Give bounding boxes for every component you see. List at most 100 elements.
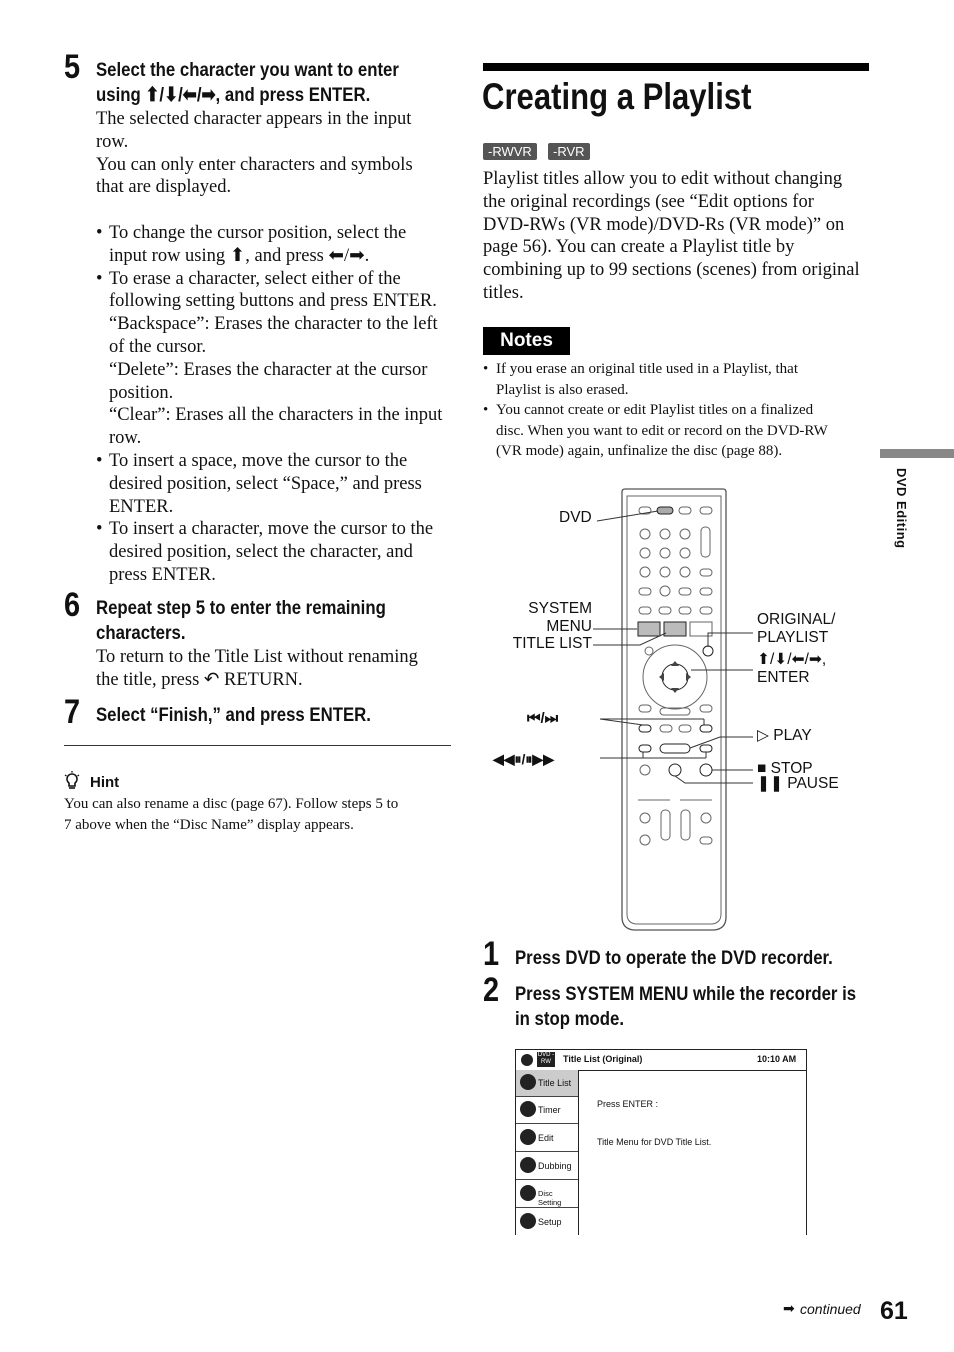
label-dvd: DVD	[559, 509, 592, 526]
bullet-line: “Backspace”: Erases the character to the…	[109, 314, 438, 335]
menu-item-timer[interactable]: Timer	[516, 1097, 578, 1124]
note-line: Playlist is also erased.	[496, 381, 629, 398]
menu-item-label: Timer	[538, 1105, 561, 1115]
intro-line: titles.	[483, 282, 524, 303]
step-6-body: To return to the Title List without rena…	[96, 646, 456, 692]
step-6-text: the title, press ↶ RETURN.	[96, 669, 303, 690]
label-menu: MENU	[546, 618, 592, 635]
label-original: ORIGINAL/	[757, 611, 836, 628]
bullet-line: desired position, select the character, …	[109, 542, 413, 563]
screen-title: Title List (Original)	[563, 1054, 643, 1064]
hint-text: You can also rename a disc (page 67). Fo…	[64, 794, 456, 835]
step-number-2: 2	[483, 971, 500, 1009]
screen-instruction: Press ENTER :	[597, 1099, 659, 1109]
page-number: 61	[880, 1297, 908, 1325]
bullet-line: To insert a character, move the cursor t…	[109, 519, 434, 540]
intro-line: combining up to 99 sections (scenes) fro…	[483, 260, 860, 281]
step-2-heading-line-2: in stop mode.	[515, 1008, 625, 1030]
menu-item-label: Dubbing	[538, 1161, 572, 1171]
notes-list: If you erase an original title used in a…	[483, 359, 873, 462]
bullet-cursor-position: To change the cursor position, select th…	[96, 222, 456, 268]
bullet-line: press ENTER.	[109, 564, 216, 585]
title-rule	[483, 63, 869, 71]
page-title: Creating a Playlist	[482, 76, 752, 117]
menu-item-label: Title List	[538, 1078, 572, 1088]
label-skip: ⏮/⏭	[527, 710, 559, 727]
step-5-body: The selected character appears in the in…	[96, 108, 456, 587]
step-1-heading: Press DVD to operate the DVD recorder.	[515, 947, 833, 969]
label-arrows: ⬆/⬇/⬅/➡,	[757, 651, 827, 668]
dvd-rw-icon: DVD -RW	[537, 1052, 555, 1067]
intro-line: the original recordings (see “Edit optio…	[483, 191, 814, 212]
menu-item-edit[interactable]: Edit	[516, 1125, 578, 1152]
menu-item-title-list[interactable]: Title List	[516, 1070, 578, 1097]
hint-line: 7 above when the “Disc Name” display app…	[64, 816, 354, 833]
screen-header: DVD -RW Title List (Original) 10:10 AM	[516, 1050, 806, 1071]
note-line: You cannot create or edit Playlist title…	[496, 402, 814, 418]
step-6-heading-line-1: Repeat step 5 to enter the remaining	[96, 597, 386, 619]
side-tab-bar	[880, 449, 954, 458]
title-list-icon	[520, 1074, 536, 1090]
label-play: ▷ PLAY	[757, 727, 812, 744]
intro-line: Playlist titles allow you to edit withou…	[483, 169, 843, 189]
label-playlist: PLAYLIST	[757, 629, 829, 646]
bullet-line: row.	[109, 428, 142, 449]
note-line: If you erase an original title used in a…	[496, 361, 799, 377]
bullet-line: desired position, select “Space,” and pr…	[109, 473, 422, 494]
step-6-heading-line-2: characters.	[96, 622, 186, 644]
bullet-line: ENTER.	[109, 496, 174, 517]
bullet-line: position.	[109, 382, 174, 403]
bullet-line: of the cursor.	[109, 336, 207, 357]
menu-item-label: Setup	[538, 1217, 562, 1227]
hint-line: You can also rename a disc (page 67). Fo…	[64, 796, 399, 812]
step-2-heading-line-1: Press SYSTEM MENU while the recorder is	[515, 983, 857, 1005]
edit-icon	[520, 1129, 536, 1145]
label-pause: ❚❚ PAUSE	[757, 775, 839, 792]
screen-menu: Title List Timer Edit Dubbing Disc Setti…	[516, 1070, 579, 1235]
hint-label: Hint	[90, 774, 120, 791]
menu-item-dubbing[interactable]: Dubbing	[516, 1153, 578, 1180]
step-number-1: 1	[483, 935, 500, 973]
intro-paragraph: Playlist titles allow you to edit withou…	[483, 168, 873, 305]
badge-rw-vr: -RWVR	[483, 143, 537, 160]
menu-item-setup[interactable]: Setup	[516, 1209, 578, 1235]
disc-icon	[521, 1054, 533, 1066]
menu-item-label: Edit	[538, 1133, 554, 1143]
note-line: (VR mode) again, unfinalize the disc (pa…	[496, 443, 783, 459]
step-7-heading: Select “Finish,” and press ENTER.	[96, 704, 371, 726]
screen-description: Title Menu for DVD Title List.	[597, 1137, 712, 1147]
step-5-heading-line-2: using ⬆/⬇/⬅/➡, and press ENTER.	[96, 84, 371, 106]
note-item: If you erase an original title used in a…	[483, 359, 873, 400]
step-5-heading-line-1: Select the character you want to enter	[96, 59, 399, 81]
menu-item-label: Disc Setting	[538, 1189, 562, 1207]
continued-arrow-icon: ➡	[783, 1300, 795, 1316]
step-5-text: that are displayed.	[96, 177, 232, 198]
note-line: disc. When you want to edit or record on…	[496, 422, 828, 439]
step-number-5: 5	[64, 48, 81, 86]
badge-r-vr: -RVR	[548, 143, 590, 160]
step-5-text: row.	[96, 131, 129, 152]
bullet-line: To change the cursor position, select th…	[109, 222, 407, 243]
menu-item-disc-setting[interactable]: Disc Setting	[516, 1181, 578, 1208]
step-number-6: 6	[64, 586, 81, 624]
continued-label: continued	[800, 1301, 861, 1317]
bullet-insert-space: To insert a space, move the cursor to th…	[96, 450, 456, 518]
setup-icon	[520, 1213, 536, 1229]
step-5-text: You can only enter characters and symbol…	[96, 154, 413, 175]
bullet-line: input row using ⬆, and press ⬅/➡.	[109, 245, 370, 266]
step-6-text: To return to the Title List without rena…	[96, 647, 418, 667]
label-system: SYSTEM	[528, 600, 592, 617]
timer-icon	[520, 1101, 536, 1117]
note-item: You cannot create or edit Playlist title…	[483, 400, 873, 462]
label-title-list: TITLE LIST	[512, 635, 592, 652]
bullet-line: following setting buttons and press ENTE…	[109, 291, 437, 312]
intro-line: DVD-RWs (VR mode)/DVD-Rs (VR mode)” on	[483, 214, 845, 235]
title-list-screen: DVD -RW Title List (Original) 10:10 AM T…	[515, 1049, 807, 1235]
step-number-7: 7	[64, 693, 81, 731]
bullet-erase-character: To erase a character, select either of t…	[96, 268, 456, 450]
screen-time: 10:10 AM	[757, 1054, 797, 1064]
hint-icon	[64, 771, 80, 796]
bullet-insert-character: To insert a character, move the cursor t…	[96, 518, 456, 586]
side-tab-label: DVD Editing	[894, 468, 909, 549]
divider	[64, 745, 451, 746]
